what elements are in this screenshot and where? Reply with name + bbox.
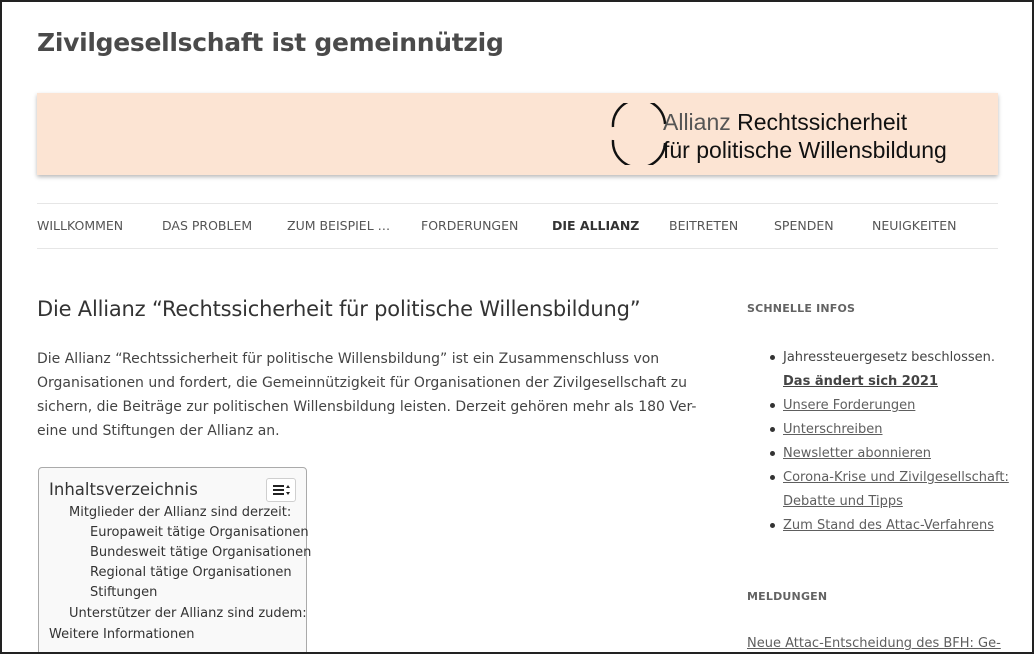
list-item: Unsere Forderungen [767, 394, 1007, 418]
intro-line: Organisationen und fordert, die Gemeinnü… [37, 375, 687, 391]
toc-item-regional[interactable]: Regional tätige Organisationen [90, 565, 292, 580]
banner-title-line2: für politische Willensbildung [663, 137, 947, 163]
banner-title-line1: Allianz Rechtssicherheit [663, 109, 907, 136]
toc-item-bundesweit[interactable]: Bundesweit tätige Organisationen [90, 545, 311, 560]
quick-info-list: Jahressteuergesetz beschlossen. Das ände… [767, 346, 1009, 538]
quick-info-link-newsletter[interactable]: Newsletter abonnieren [783, 446, 931, 461]
quick-info-heading: Schnelle Infos [747, 302, 856, 315]
toc-item-unterstuetzer[interactable]: Unterstützer der Allianz sind zudem: [69, 606, 307, 621]
nav-item-das-problem[interactable]: Das Problem [162, 218, 252, 233]
quick-info-text: Jahressteuergesetz beschlossen. [783, 350, 996, 365]
header-banner[interactable]: Allianz Rechtssicherheit für politische … [37, 93, 998, 175]
alliance-logo-icon [611, 103, 667, 165]
nav-item-die-allianz[interactable]: Die Allianz [552, 218, 639, 233]
quick-info-link-unterschreiben[interactable]: Unterschreiben [783, 422, 883, 437]
banner-title-bold: Rechtssicherheit [737, 109, 908, 135]
news-heading: Meldungen [747, 590, 828, 603]
site-title[interactable]: Zivilgesellschaft ist gemeinnützig [37, 28, 504, 57]
intro-paragraph: Die Allianz “Rechtssicherheit für politi… [37, 347, 697, 443]
nav-item-beitreten[interactable]: Beitreten [669, 218, 738, 233]
toc-title: Inhaltsverzeichnis [49, 480, 198, 499]
nav-item-forderungen[interactable]: Forderungen [421, 218, 518, 233]
table-of-contents: Inhaltsverzeichnis Mitglieder der Allian… [38, 467, 311, 654]
entry-content: Die Allianz “Rechtssicherheit für politi… [37, 347, 697, 443]
quick-info-link-2021[interactable]: Das ändert sich 2021 [783, 370, 1007, 394]
toc-item-weitere-informationen[interactable]: Weitere Informationen [49, 627, 194, 642]
list-toggle-icon [273, 485, 290, 495]
quick-info-link-attac[interactable]: Zum Stand des Attac-Verfahrens [783, 518, 994, 533]
corona-line-1: Corona-Krise und Zivilgesellschaft: [783, 470, 1009, 485]
nav-item-willkommen[interactable]: Willkommen [37, 218, 123, 233]
nav-item-neuigkeiten[interactable]: Neuigkeiten [872, 218, 956, 233]
list-item: Zum Stand des Attac-Verfahrens [767, 514, 1007, 538]
list-item: Unterschreiben [767, 418, 1007, 442]
toc-item-stiftungen[interactable]: Stiftungen [90, 585, 157, 600]
intro-line: Die Allianz “Rechtssicherheit für politi… [37, 351, 660, 367]
intro-line: eine und Stiftungen der Allianz an. [37, 423, 280, 439]
banner-title-light: Allianz [663, 109, 731, 135]
corona-line-2: Debatte und Tipps [783, 494, 903, 509]
toc-item-europaweit[interactable]: Europaweit tätige Organisationen [90, 525, 309, 540]
news-link-attac-bfh[interactable]: Neue Attac-Entscheidung des BFH: Ge- [747, 636, 1001, 651]
page-title: Die Allianz “Rechtssicherheit für politi… [37, 297, 641, 321]
main-navigation: Willkommen Das Problem Zum Beispiel … Fo… [37, 203, 998, 249]
list-item: Newsletter abonnieren [767, 442, 1007, 466]
intro-line: sichern, die Beiträge zur politischen Wi… [37, 399, 697, 415]
list-item: Jahressteuergesetz beschlossen. Das ände… [767, 346, 1007, 394]
list-item: Corona-Krise und Zivilgesellschaft: Debat… [767, 466, 1009, 514]
quick-info-link-forderungen[interactable]: Unsere Forderungen [783, 398, 915, 413]
quick-info-link-corona[interactable]: Corona-Krise und Zivilgesellschaft: Debat… [783, 466, 1009, 514]
toc-item-mitglieder[interactable]: Mitglieder der Allianz sind derzeit: [69, 505, 291, 520]
toc-toggle-button[interactable] [266, 478, 296, 502]
nav-item-zum-beispiel[interactable]: Zum Beispiel … [287, 218, 390, 233]
nav-item-spenden[interactable]: Spenden [774, 218, 834, 233]
